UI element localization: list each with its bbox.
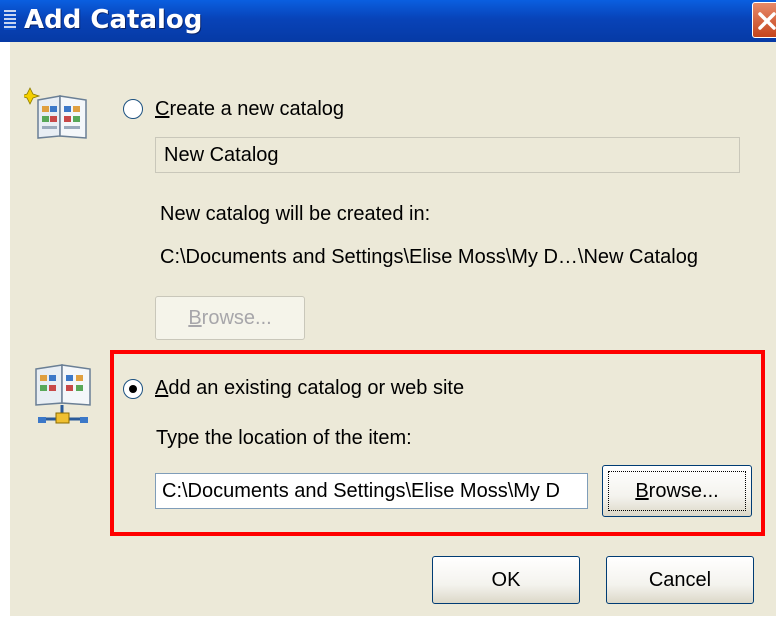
close-button[interactable]	[752, 2, 776, 38]
highlight-box	[110, 350, 765, 536]
create-browse-button[interactable]: Browse...	[155, 296, 305, 340]
title-bar[interactable]: Add Catalog	[0, 0, 776, 42]
cancel-button[interactable]: Cancel	[606, 556, 754, 604]
create-new-label[interactable]: Create a new catalog	[155, 98, 344, 121]
web-catalog-icon	[35, 364, 91, 424]
new-catalog-name-field[interactable]: New Catalog	[155, 137, 740, 173]
create-new-radio[interactable]	[123, 99, 143, 119]
new-catalog-path: C:\Documents and Settings\Elise Moss\My …	[160, 246, 698, 268]
new-catalog-icon	[24, 87, 87, 139]
title-grip-icon	[4, 10, 16, 30]
add-catalog-dialog: Add Catalog Create a new catalog New Cat…	[0, 0, 776, 628]
close-icon	[758, 12, 776, 30]
ok-button[interactable]: OK	[432, 556, 580, 604]
window-title: Add Catalog	[24, 5, 203, 35]
created-in-label: New catalog will be created in:	[160, 203, 431, 225]
